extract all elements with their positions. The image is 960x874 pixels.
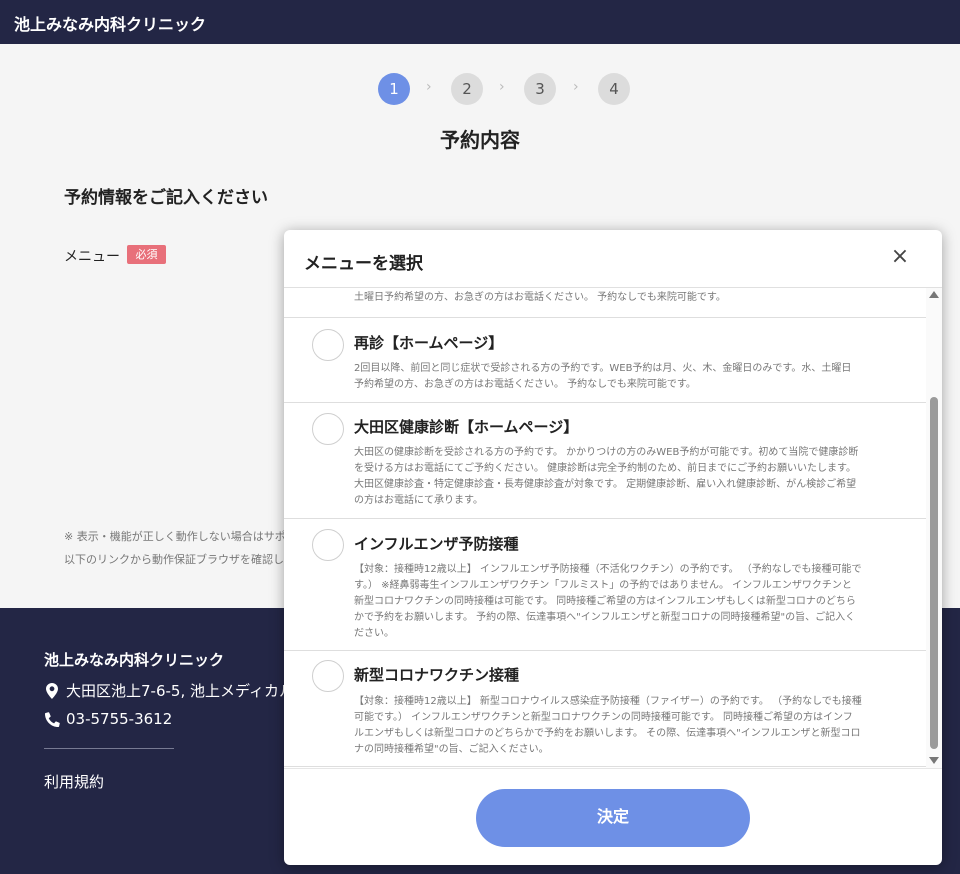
desc-line: の方はお電話にて承ります。 (354, 495, 483, 506)
menu-field-label: メニュー (64, 249, 120, 265)
map-pin-icon (44, 682, 60, 699)
step-3: 3 (524, 73, 556, 105)
desc-line: 新型コロナワクチンの同時接種は可能です。 同時接種ご希望の方はインフルエンザもし… (354, 596, 856, 607)
step-1: 1 (378, 73, 410, 105)
list-item-influenza[interactable]: インフルエンザ予防接種 【対象：接種時12歳以上】 インフルエンザ予防接種（不活… (284, 519, 926, 651)
chevron-right-icon: › (573, 79, 579, 95)
radio-button[interactable] (312, 529, 344, 561)
list-item-partial[interactable]: 土曜日予約希望の方、お急ぎの方はお電話ください。 予約なしでも来院可能です。 (284, 288, 926, 318)
desc-line: 【対象：接種時12歳以上】 インフルエンザ予防接種（不活化ワクチン）の予約です。… (354, 564, 862, 575)
item-description: 【対象：接種時12歳以上】 新型コロナウイルス感染症予防接種（ファイザー）の予約… (354, 694, 900, 758)
desc-line: を受ける方はお電話にてご予約ください。 健康診断は完全予約制のため、前日までにご… (354, 463, 856, 474)
footer-divider (44, 748, 174, 749)
modal-title: メニューを選択 (304, 254, 423, 274)
desc-line: 予約希望の方、お急ぎの方はお電話ください。 予約なしでも来院可能です。 (354, 379, 696, 390)
footer-address: 大田区池上7-6-5, 池上メディカル (44, 680, 294, 701)
list-item-revisit[interactable]: 再診【ホームページ】 2回目以降、前回と同じ症状で受診される方の予約です。WEB… (284, 318, 926, 403)
desc-line: 大田区健康診査・特定健康診査・長寿健康診査が対象です。 定期健康診断、雇い入れ健… (354, 479, 857, 490)
terms-link[interactable]: 利用規約 (44, 771, 104, 792)
support-note-2: 以下のリンクから動作保証ブラウザを確認し (64, 553, 284, 566)
clinic-name[interactable]: 池上みなみ内科クリニック (14, 11, 206, 35)
radio-button[interactable] (312, 660, 344, 692)
item-description: 土曜日予約希望の方、お急ぎの方はお電話ください。 予約なしでも来院可能です。 (354, 290, 900, 306)
list-item-health-checkup[interactable]: 大田区健康診断【ホームページ】 大田区の健康診断を受診される方の予約です。 かか… (284, 403, 926, 519)
menu-list[interactable]: 土曜日予約希望の方、お急ぎの方はお電話ください。 予約なしでも来院可能です。 再… (284, 288, 926, 768)
phone-icon (44, 711, 60, 727)
top-bar: 池上みなみ内科クリニック (0, 0, 960, 44)
desc-line: かで予約をお願いします。 予約の際、伝達事項へ"インフルエンザと新型コロナの同時… (354, 612, 856, 623)
radio-button[interactable] (312, 329, 344, 361)
footer-phone[interactable]: 03-5755-3612 (44, 710, 172, 728)
modal-footer: 決定 (284, 768, 942, 865)
step-indicator: 1 › 2 › 3 › 4 (0, 73, 960, 105)
desc-line: 土曜日予約希望の方、お急ぎの方はお電話ください。 予約なしでも来院可能です。 (354, 292, 726, 303)
desc-line: ナの同時接種希望"の旨、ご記入ください。 (354, 744, 549, 755)
close-icon[interactable]: × (885, 242, 915, 272)
chevron-right-icon: › (499, 79, 505, 95)
radio-button[interactable] (312, 413, 344, 445)
item-title: 大田区健康診断【ホームページ】 (354, 418, 579, 436)
scrollbar-thumb[interactable] (930, 397, 938, 749)
desc-line: 大田区の健康診断を受診される方の予約です。 かかりつけの方のみWEB予約が可能で… (354, 447, 859, 458)
menu-select-modal: メニューを選択 × 土曜日予約希望の方、お急ぎの方はお電話ください。 予約なしで… (284, 230, 942, 865)
list-item-covid-vaccine[interactable]: 新型コロナワクチン接種 【対象：接種時12歳以上】 新型コロナウイルス感染症予防… (284, 651, 926, 767)
item-description: 【対象：接種時12歳以上】 インフルエンザ予防接種（不活化ワクチン）の予約です。… (354, 562, 900, 642)
desc-line: ださい。 (354, 628, 394, 639)
desc-line: ルエンザもしくは新型コロナのどちらかで予約をお願いします。 その際、伝達事項へ"… (354, 728, 861, 739)
item-description: 2回目以降、前回と同じ症状で受診される方の予約です。WEB予約は月、火、木、金曜… (354, 361, 900, 393)
modal-header: メニューを選択 × (284, 230, 942, 288)
confirm-button[interactable]: 決定 (476, 789, 750, 847)
item-title: 再診【ホームページ】 (354, 334, 504, 352)
desc-line: 2回目以降、前回と同じ症状で受診される方の予約です。WEB予約は月、火、木、金曜… (354, 363, 852, 374)
item-title: インフルエンザ予防接種 (354, 535, 519, 553)
page-title: 予約内容 (440, 128, 520, 152)
phone-text[interactable]: 03-5755-3612 (66, 710, 172, 728)
desc-line: 可能です。） インフルエンザワクチンと新型コロナワクチンの同時接種可能です。 同… (354, 712, 853, 723)
step-4: 4 (598, 73, 630, 105)
scroll-up-icon[interactable] (929, 291, 939, 298)
item-description: 大田区の健康診断を受診される方の予約です。 かかりつけの方のみWEB予約が可能で… (354, 445, 900, 509)
address-text: 大田区池上7-6-5, 池上メディカル (66, 682, 294, 700)
scroll-down-icon[interactable] (929, 757, 939, 764)
desc-line: す。） ※経鼻弱毒生インフルエンザワクチン「フルミスト」の予約ではありません。 … (354, 580, 852, 591)
support-note-1: ※ 表示・機能が正しく動作しない場合はサポ (64, 530, 286, 543)
desc-line: 【対象：接種時12歳以上】 新型コロナウイルス感染症予防接種（ファイザー）の予約… (354, 696, 862, 707)
step-2: 2 (451, 73, 483, 105)
footer-clinic-name: 池上みなみ内科クリニック (44, 651, 225, 669)
item-title: 新型コロナワクチン接種 (354, 666, 520, 684)
section-title: 予約情報をご記入ください (64, 188, 268, 208)
chevron-right-icon: › (426, 79, 432, 95)
required-badge: 必須 (127, 245, 166, 264)
